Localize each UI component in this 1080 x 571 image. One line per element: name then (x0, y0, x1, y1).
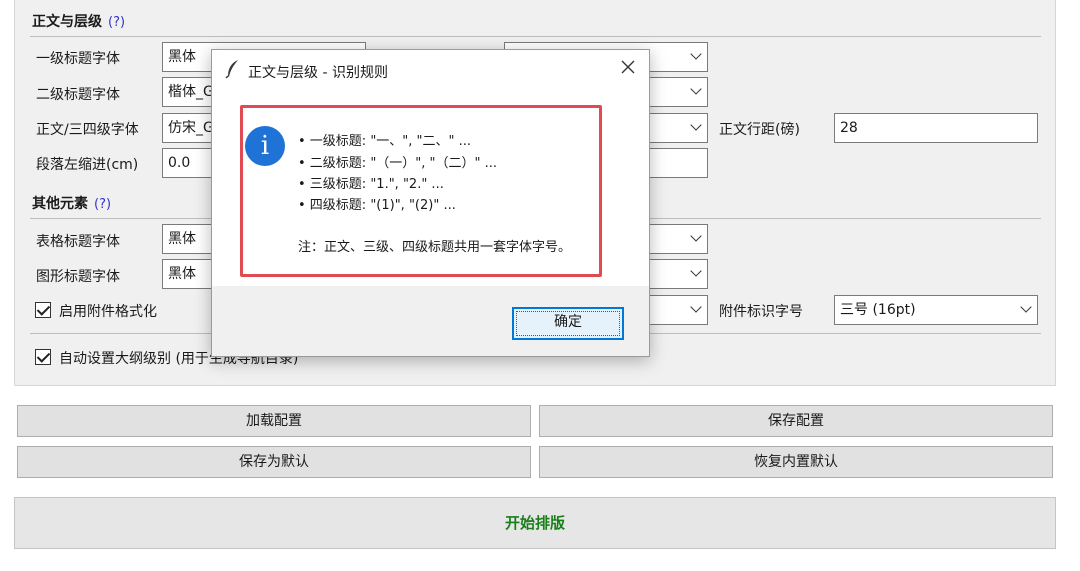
close-icon[interactable] (621, 60, 635, 78)
attachment-size-label: 附件标识字号 (719, 304, 803, 320)
restore-default-button[interactable]: 恢复内置默认 (539, 446, 1053, 478)
load-config-button[interactable]: 加载配置 (17, 405, 531, 437)
figure-title-label: 图形标题字体 (36, 269, 120, 285)
info-icon: i (245, 126, 285, 166)
chevron-down-icon (690, 48, 702, 60)
separator (30, 36, 1041, 37)
indent-label: 段落左缩进(cm) (36, 157, 139, 173)
attachment-checkbox[interactable] (35, 302, 51, 318)
help-link-other[interactable]: (?) (94, 197, 111, 212)
chevron-down-icon (690, 301, 702, 313)
ok-button[interactable]: 确定 (512, 307, 624, 340)
section-title-other: 其他元素 (?) (32, 196, 112, 212)
chevron-down-icon (690, 265, 702, 277)
save-config-button[interactable]: 保存配置 (539, 405, 1053, 437)
h1-font-label: 一级标题字体 (36, 51, 120, 67)
rule-h1: • 一级标题: "一、", "二、" ... (298, 134, 472, 149)
chevron-down-icon (690, 83, 702, 95)
line-spacing-input[interactable]: 28 (834, 113, 1038, 143)
h2-font-label: 二级标题字体 (36, 87, 120, 103)
chevron-down-icon (690, 119, 702, 131)
rule-h4: • 四级标题: "(1)", "(2)" ... (298, 198, 456, 213)
help-link-body[interactable]: (?) (108, 15, 125, 30)
rule-note: 注：正文、三级、四级标题共用一套字体字号。 (298, 240, 572, 255)
attachment-size-combo[interactable]: 三号 (16pt) (834, 295, 1038, 325)
table-title-label: 表格标题字体 (36, 234, 120, 250)
chevron-down-icon (690, 230, 702, 242)
save-as-default-button[interactable]: 保存为默认 (17, 446, 531, 478)
chevron-down-icon (1020, 301, 1032, 313)
body-font-label: 正文/三四级字体 (36, 122, 139, 138)
attachment-label: 启用附件格式化 (59, 304, 157, 320)
line-spacing-label: 正文行距(磅) (719, 122, 800, 138)
section-title-body: 正文与层级 (?) (32, 14, 126, 30)
rule-h2: • 二级标题: "（一）", "（二）" ... (298, 156, 498, 171)
rules-dialog: 正文与层级 - 识别规则 i • 一级标题: "一、", "二、" ... • … (211, 49, 650, 357)
dialog-title: 正文与层级 - 识别规则 (248, 65, 388, 81)
feather-icon (225, 59, 241, 83)
outline-checkbox[interactable] (35, 349, 51, 365)
start-format-button[interactable]: 开始排版 (14, 497, 1056, 549)
rule-h3: • 三级标题: "1.", "2." ... (298, 177, 444, 192)
